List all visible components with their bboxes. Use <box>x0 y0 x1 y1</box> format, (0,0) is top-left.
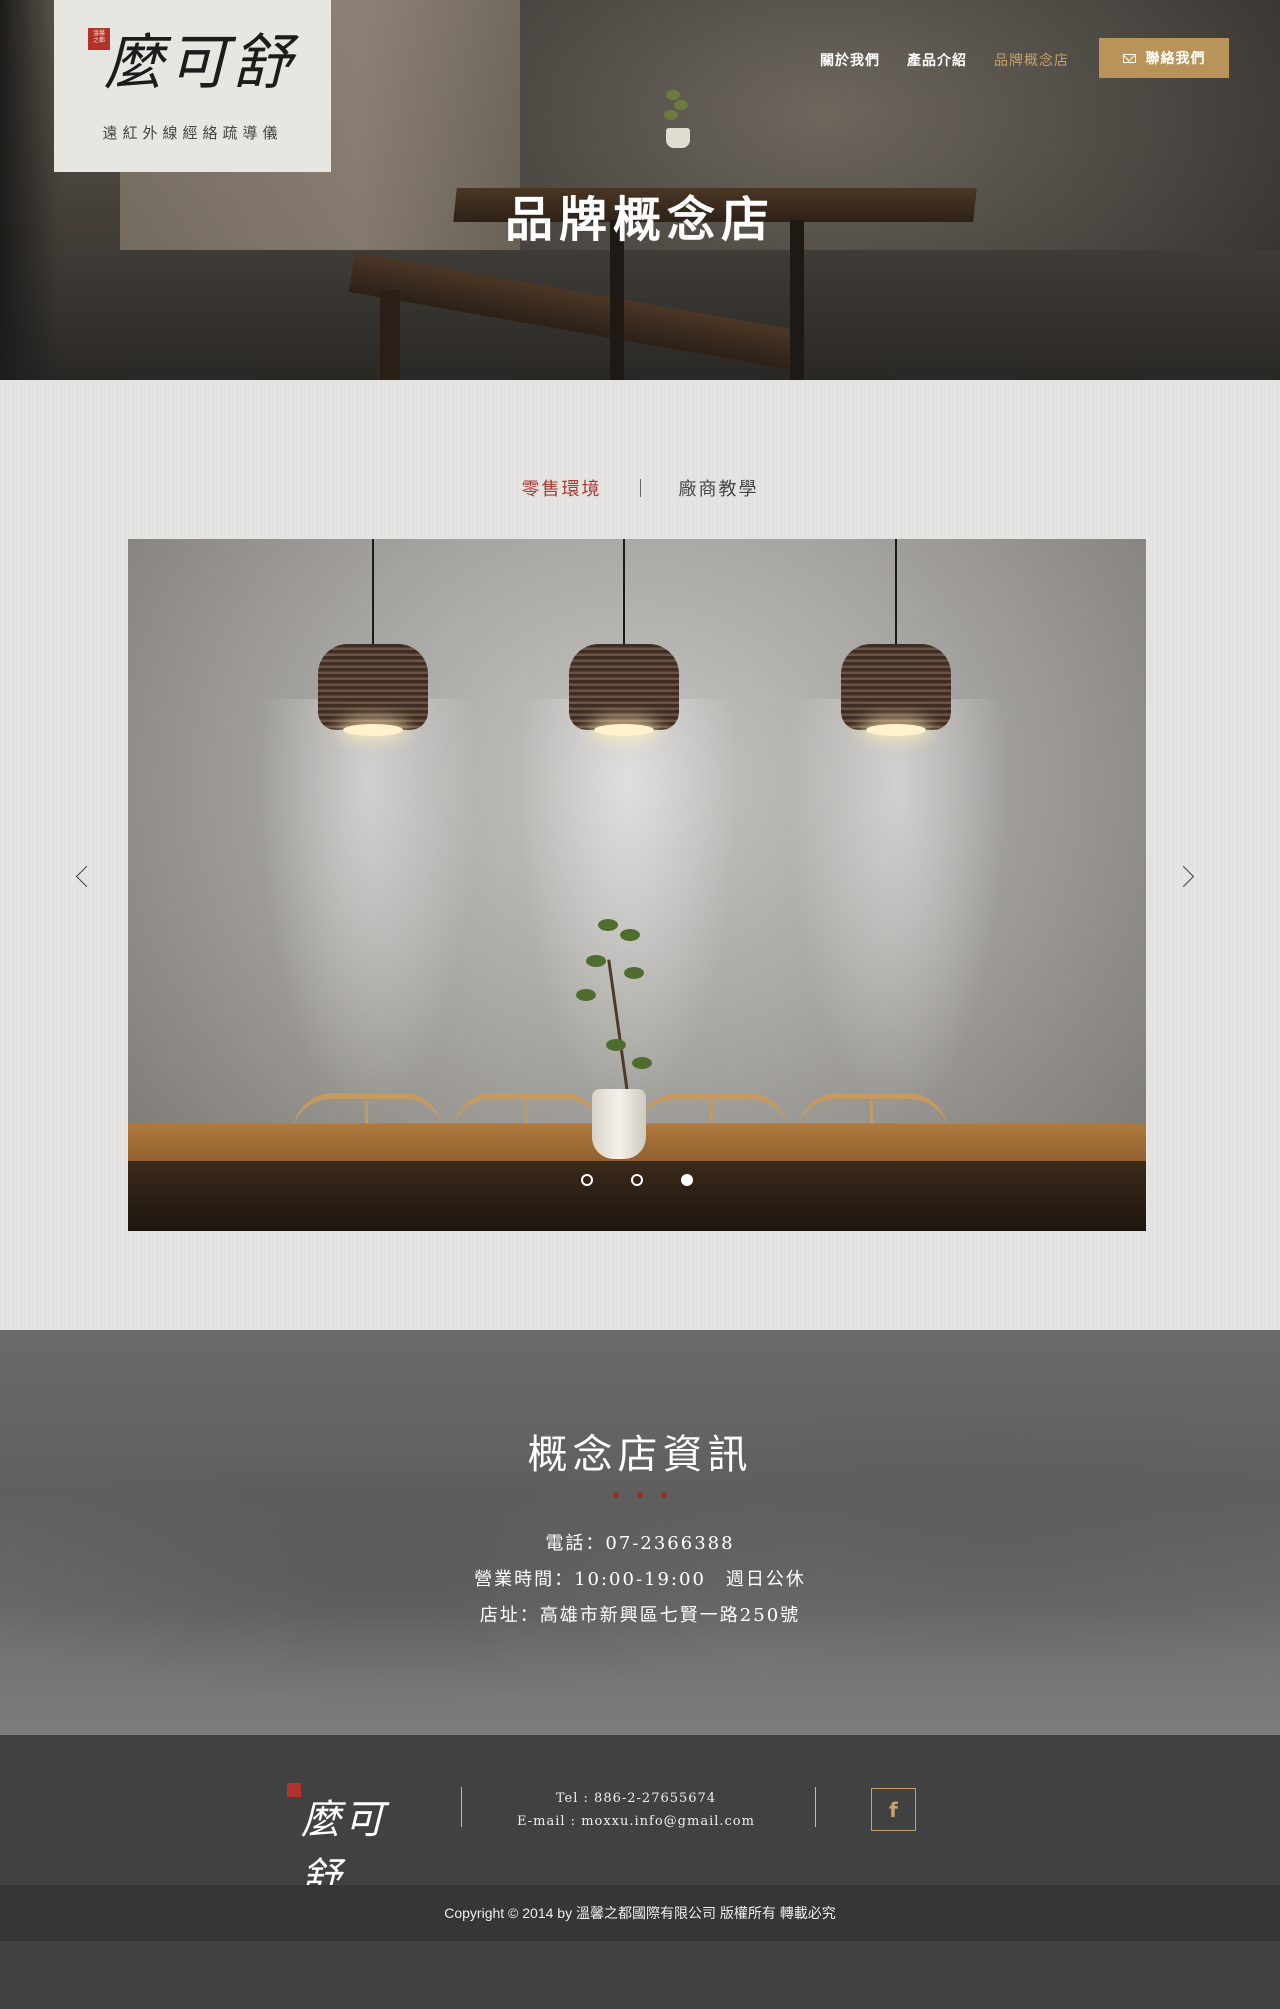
hero-banner: 溫馨 之都 麼可舒 遠紅外線經絡疏導儀 關於我們 產品介紹 品牌概念店 聯絡我們 … <box>0 0 1280 380</box>
store-address: 店址：高雄市新興區七賢一路250號 <box>479 1605 801 1626</box>
title-ornament <box>0 1492 1280 1498</box>
gallery-tabs: 零售環境 廠商教學 <box>0 475 1280 501</box>
slider-next-arrow-icon[interactable] <box>1176 865 1198 887</box>
image-slider[interactable] <box>128 539 1146 1231</box>
slider-dot-active[interactable] <box>681 1174 693 1186</box>
lamp-cord <box>895 539 897 649</box>
tab-dealer-training[interactable]: 廠商教學 <box>679 475 759 501</box>
footer-contact: Tel : 886-2-27655674 E-mail : moxxu.info… <box>500 1787 772 1833</box>
logo-tagline: 遠紅外線經絡疏導儀 <box>102 124 283 142</box>
potted-plant <box>562 919 672 1159</box>
main-nav: 關於我們 產品介紹 品牌概念店 <box>820 50 1096 70</box>
pendant-lamp <box>841 644 951 736</box>
lamp-cord <box>623 539 625 649</box>
store-info-section: 概念店資訊 電話：07-2366388 營業時間：10:00-19:00 週日公… <box>0 1330 1280 1735</box>
contact-us-label: 聯絡我們 <box>1145 51 1206 67</box>
footer-logo[interactable]: 麼可舒 <box>287 1783 417 1901</box>
mail-icon <box>1122 53 1136 63</box>
footer-email[interactable]: E-mail : moxxu.info@gmail.com <box>500 1810 772 1833</box>
store-info-details: 電話：07-2366388 營業時間：10:00-19:00 週日公休 店址：高… <box>0 1526 1280 1634</box>
nav-item-about[interactable]: 關於我們 <box>820 50 880 70</box>
slider-prev-arrow-icon[interactable] <box>74 865 96 887</box>
nav-item-concept-store[interactable]: 品牌概念店 <box>994 50 1069 70</box>
site-logo[interactable]: 溫馨 之都 麼可舒 遠紅外線經絡疏導儀 <box>54 0 331 172</box>
logo-name: 麼可舒 <box>104 28 296 98</box>
footer-logo-seal <box>287 1783 301 1797</box>
contact-us-button[interactable]: 聯絡我們 <box>1099 38 1229 78</box>
gallery-section: 零售環境 廠商教學 <box>0 380 1280 1330</box>
bottom-band <box>0 1941 1280 2009</box>
slider-dot[interactable] <box>581 1174 593 1186</box>
footer-tel: Tel : 886-2-27655674 <box>555 1791 717 1806</box>
facebook-icon[interactable]: f <box>871 1788 916 1831</box>
table-front <box>128 1161 1146 1231</box>
footer: 麼可舒 Tel : 886-2-27655674 E-mail : moxxu.… <box>0 1735 1280 1901</box>
page-title: 品牌概念店 <box>504 192 775 248</box>
tab-divider <box>639 479 641 497</box>
slider-dot[interactable] <box>631 1174 643 1186</box>
pendant-lamp <box>318 644 428 736</box>
slider-pagination <box>128 1174 1146 1186</box>
store-info-title: 概念店資訊 <box>527 1432 753 1478</box>
footer-divider <box>461 1787 462 1827</box>
footer-divider <box>815 1787 816 1827</box>
copyright: Copyright © 2014 by 溫馨之都國際有限公司 版權所有 轉載必究 <box>0 1885 1280 1941</box>
pendant-lamp <box>569 644 679 736</box>
nav-item-products[interactable]: 產品介紹 <box>907 50 967 70</box>
store-phone: 電話：07-2366388 <box>545 1533 735 1554</box>
tab-retail-environment[interactable]: 零售環境 <box>522 475 602 501</box>
store-hours: 營業時間：10:00-19:00 週日公休 <box>474 1569 806 1590</box>
hero-bench-leg <box>380 290 400 380</box>
hero-plant <box>662 88 690 148</box>
lamp-cord <box>372 539 374 649</box>
